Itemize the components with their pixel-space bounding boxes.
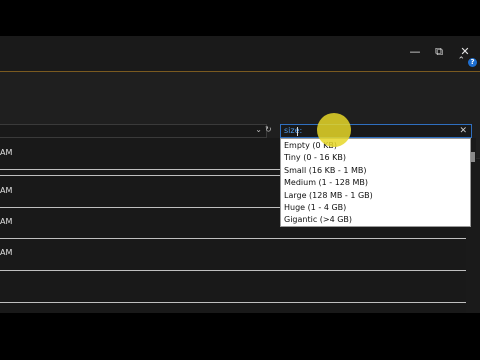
size-option-gigantic[interactable]: Gigantic (>4 GB) (284, 215, 352, 224)
list-item-date: AM (0, 248, 13, 257)
text-cursor (297, 127, 298, 136)
title-bar: — ⧉ ✕ ⌃ ? (0, 36, 480, 70)
screen: — ⧉ ✕ ⌃ ? ⌄ ↻ size: ✕ AM AM AM AM Empty … (0, 0, 480, 360)
search-input[interactable]: size: ✕ (280, 124, 472, 138)
clear-search-icon[interactable]: ✕ (459, 125, 467, 137)
size-option-medium[interactable]: Medium (1 - 128 MB) (284, 178, 368, 187)
minimize-button[interactable]: — (408, 45, 422, 59)
size-option-huge[interactable]: Huge (1 - 4 GB) (284, 203, 346, 212)
maximize-button[interactable]: ⧉ (432, 45, 446, 59)
list-item[interactable]: AM (0, 238, 466, 271)
help-icon[interactable]: ? (468, 58, 477, 67)
scrollbar-thumb[interactable] (471, 152, 475, 162)
list-item-date: AM (0, 217, 13, 226)
list-item[interactable] (0, 271, 466, 303)
refresh-icon[interactable]: ↻ (265, 125, 273, 135)
size-option-small[interactable]: Small (16 KB - 1 MB) (284, 166, 366, 175)
mouse-cursor-highlight (317, 113, 351, 147)
collapse-ribbon-icon[interactable]: ⌃ (457, 56, 465, 66)
size-option-tiny[interactable]: Tiny (0 - 16 KB) (284, 153, 346, 162)
size-filter-dropdown: Empty (0 KB) Tiny (0 - 16 KB) Small (16 … (280, 138, 471, 227)
size-option-large[interactable]: Large (128 MB - 1 GB) (284, 191, 373, 200)
chevron-down-icon[interactable]: ⌄ (255, 125, 262, 134)
list-item-date: AM (0, 186, 13, 195)
address-bar[interactable]: ⌄ (0, 124, 267, 138)
search-input-value: size: (284, 126, 303, 135)
